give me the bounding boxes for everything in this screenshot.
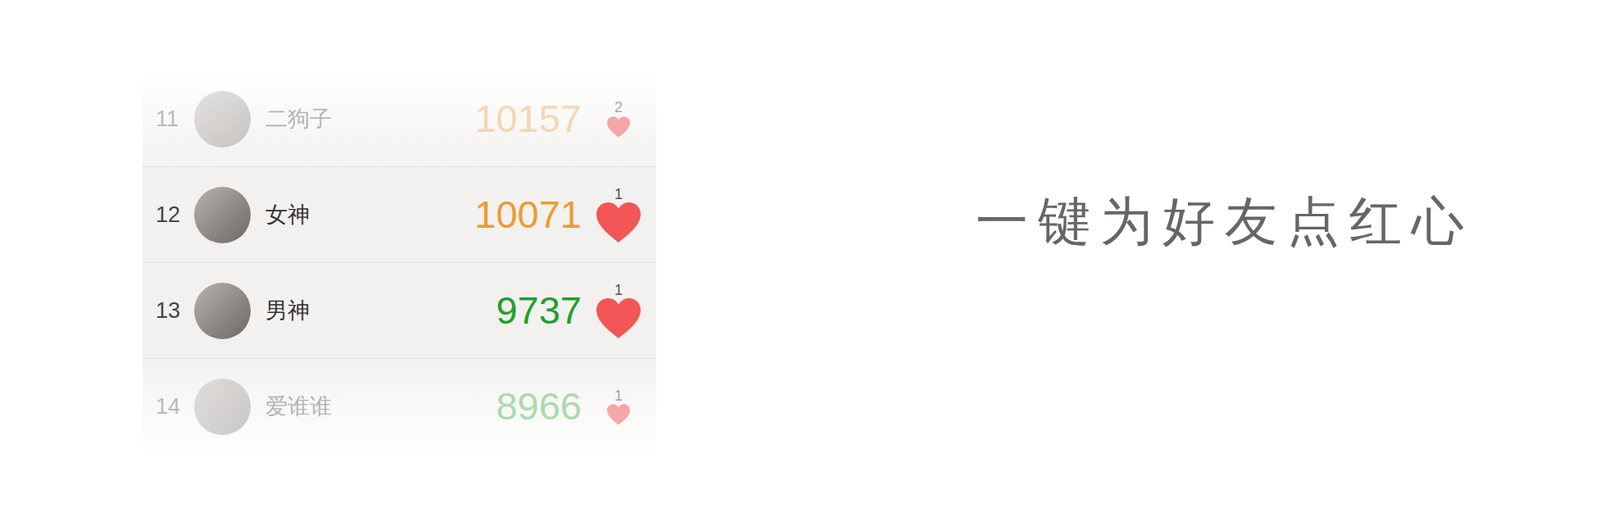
name: 爱谁谁	[265, 389, 332, 424]
leaderboard-row[interactable]: 11 二狗子10157 2	[142, 71, 657, 168]
avatar	[194, 90, 251, 148]
heart-icon[interactable]	[596, 202, 641, 243]
like-count: 1	[614, 186, 623, 204]
name: 二狗子	[265, 102, 332, 136]
score: 9737	[309, 281, 590, 340]
score: 10071	[309, 185, 590, 245]
leaderboard-row[interactable]: 12 女神10071 1	[142, 167, 657, 263]
avatar	[194, 378, 251, 436]
like-count: 2	[614, 99, 623, 117]
like-count: 1	[614, 282, 623, 300]
heart-icon[interactable]	[596, 298, 641, 339]
score: 8966	[331, 377, 590, 436]
rank: 11	[142, 102, 195, 136]
rank: 12	[142, 198, 195, 232]
heart-icon[interactable]	[607, 403, 631, 426]
like-count: 1	[614, 388, 623, 405]
avatar	[194, 282, 251, 340]
rank: 14	[142, 389, 195, 424]
heart-icon[interactable]	[607, 116, 631, 138]
name: 男神	[265, 294, 310, 328]
page: 11二狗子10157212女神10071113男神9737114爱谁谁89661…	[0, 0, 1600, 526]
score: 10157	[331, 90, 590, 149]
rank: 13	[142, 294, 195, 328]
avatar	[194, 186, 251, 244]
leaderboard: 11 二狗子10157 2 12 女神10071 1 13 男神9737 1 14 爱谁谁8966 1	[142, 71, 657, 455]
tagline: 一键为好友点红心	[975, 190, 1474, 254]
leaderboard-row[interactable]: 14 爱谁谁8966 1	[142, 358, 657, 455]
name: 女神	[265, 198, 310, 232]
leaderboard-row[interactable]: 13 男神9737 1	[142, 262, 657, 359]
